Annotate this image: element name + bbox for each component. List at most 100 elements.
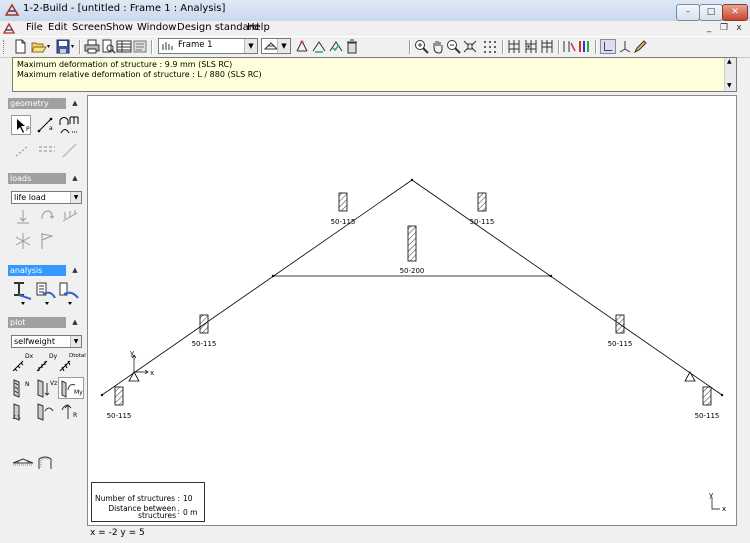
cross-section-symbol[interactable] <box>199 314 209 334</box>
cross-section-symbol[interactable] <box>407 225 417 262</box>
collapse-arrow-icon[interactable]: ▲ <box>71 173 79 183</box>
pan-hand-icon[interactable] <box>430 39 446 54</box>
menu-screen[interactable]: Screen <box>72 22 106 33</box>
frame-select[interactable]: Frame 1 ▼ <box>158 38 258 54</box>
report-icon[interactable] <box>132 39 148 54</box>
print-icon[interactable] <box>84 39 100 54</box>
cross-section-symbol[interactable] <box>702 386 712 406</box>
menu-window[interactable]: Window <box>137 22 176 33</box>
member-colors-icon[interactable] <box>577 39 593 54</box>
plot-stress-tool[interactable] <box>11 401 35 421</box>
maximize-button[interactable]: □ <box>699 4 723 21</box>
cross-section-symbol[interactable] <box>477 192 487 212</box>
collapse-arrow-icon[interactable]: ▲ <box>71 98 79 108</box>
chevron-down-icon: ▼ <box>70 336 81 347</box>
menu-file[interactable]: File <box>26 22 43 33</box>
mdi-minimize-button[interactable]: _ <box>702 23 716 34</box>
collapse-arrow-icon[interactable]: ▲ <box>71 317 79 327</box>
load-case-select[interactable]: life load ▼ <box>11 191 82 204</box>
new-file-icon[interactable] <box>12 39 28 54</box>
left-rafter[interactable] <box>101 179 413 396</box>
left-support[interactable] <box>128 371 140 382</box>
plot-dtotal-tool[interactable]: Dtotal <box>58 353 86 373</box>
table-icon[interactable] <box>116 39 132 54</box>
mdi-restore-button[interactable]: ❐ <box>717 23 731 34</box>
zoom-fit-icon[interactable] <box>462 39 478 54</box>
distributed-load-tool[interactable] <box>60 207 80 227</box>
view-select[interactable]: ▼ <box>261 38 291 54</box>
analysis-deflection-tool[interactable] <box>58 280 82 306</box>
analysis-section-tool[interactable] <box>35 280 59 306</box>
axis-local-icon[interactable] <box>600 39 616 54</box>
toolbar-separator <box>151 40 153 54</box>
plot-normal-force-tool[interactable]: N <box>11 377 35 399</box>
select-pointer-tool[interactable]: P <box>11 115 31 135</box>
dashed-beam-tool[interactable] <box>37 141 57 161</box>
section-analysis-header[interactable]: analysis <box>8 265 66 276</box>
cross-section-symbol[interactable] <box>114 386 124 406</box>
print-preview-icon[interactable] <box>100 39 116 54</box>
moment-load-tool[interactable] <box>37 207 57 227</box>
zoom-in-icon[interactable] <box>414 39 430 54</box>
dotted-line-tool[interactable] <box>13 141 33 161</box>
menu-edit[interactable]: Edit <box>48 22 67 33</box>
grid-icon[interactable] <box>482 39 498 54</box>
close-button[interactable]: ✕ <box>722 4 748 21</box>
plot-dx-tool[interactable]: Dx <box>11 353 35 373</box>
section-plot-header[interactable]: plot <box>8 317 66 328</box>
draw-line-tool[interactable]: a <box>35 115 55 135</box>
mdi-close-button[interactable]: x <box>732 23 746 34</box>
plot-reaction-tool[interactable]: R <box>58 401 82 421</box>
tool-panel: geometry ▲ P a loads ▲ life load ▼ analy… <box>5 95 86 527</box>
section-loads-header[interactable]: loads <box>8 173 66 184</box>
frames-labels-icon[interactable] <box>524 39 540 54</box>
shape-tool[interactable] <box>58 115 79 135</box>
delete-icon[interactable] <box>344 39 360 54</box>
plot-dy-tool[interactable]: Dy <box>35 353 59 373</box>
minimize-button[interactable]: – <box>676 4 700 21</box>
section-geometry-header[interactable]: geometry <box>8 98 66 109</box>
plot-case-select[interactable]: selfweight ▼ <box>11 335 82 348</box>
save-icon[interactable] <box>55 39 71 54</box>
snow-load-tool[interactable] <box>13 231 33 251</box>
axis-global-icon[interactable] <box>617 39 633 54</box>
cross-section-symbol[interactable] <box>338 192 348 212</box>
wind-load-tool[interactable] <box>37 231 57 251</box>
deformed-shape-tool[interactable] <box>35 451 59 471</box>
plot-rotation-tool[interactable] <box>35 401 59 421</box>
collapse-arrow-icon[interactable]: ▲ <box>71 265 79 275</box>
hinge-tool-icon[interactable] <box>311 39 327 54</box>
arch-icon <box>59 116 79 134</box>
plot-moment-tool[interactable]: My <box>58 377 84 399</box>
message-scrollbar[interactable]: ▲ ▼ <box>724 58 736 91</box>
scroll-down-icon[interactable]: ▼ <box>727 82 732 89</box>
analysis-beam-tool[interactable] <box>11 280 35 306</box>
right-support[interactable] <box>684 371 696 382</box>
menu-help[interactable]: Help <box>247 22 270 33</box>
right-rafter[interactable] <box>411 179 723 396</box>
open-dropdown-icon[interactable]: ▾ <box>47 43 50 50</box>
document-icon[interactable] <box>3 22 17 35</box>
frames-spacing-icon[interactable] <box>540 39 556 54</box>
save-dropdown-icon[interactable]: ▾ <box>71 43 74 50</box>
app-icon[interactable] <box>5 3 20 17</box>
check-tool-icon[interactable] <box>328 39 344 54</box>
pencil-icon[interactable] <box>632 39 648 54</box>
zoom-out-icon[interactable] <box>446 39 462 54</box>
frames-icon[interactable] <box>507 39 523 54</box>
canvas-scrollbar[interactable] <box>738 95 748 526</box>
drawing-canvas[interactable]: y x 50-115 50-115 50-200 50-115 50-115 5… <box>87 95 737 526</box>
open-file-icon[interactable] <box>31 39 47 54</box>
scroll-up-icon[interactable]: ▲ <box>727 58 732 65</box>
member-properties-icon[interactable] <box>561 39 577 54</box>
support-tool-icon[interactable] <box>294 39 310 54</box>
truss-overview-tool[interactable] <box>11 453 35 473</box>
truss-drawing[interactable]: y x 50-115 50-115 50-200 50-115 50-115 5… <box>88 96 738 527</box>
diagonal-tool[interactable] <box>60 141 80 161</box>
plot-shear-tool[interactable]: Vz <box>35 377 59 399</box>
menu-show[interactable]: Show <box>106 22 133 33</box>
cross-section-symbol[interactable] <box>615 314 625 334</box>
point-load-tool[interactable] <box>13 207 33 227</box>
toolbar-grip[interactable] <box>3 40 7 54</box>
toolbar-separator <box>502 40 504 54</box>
